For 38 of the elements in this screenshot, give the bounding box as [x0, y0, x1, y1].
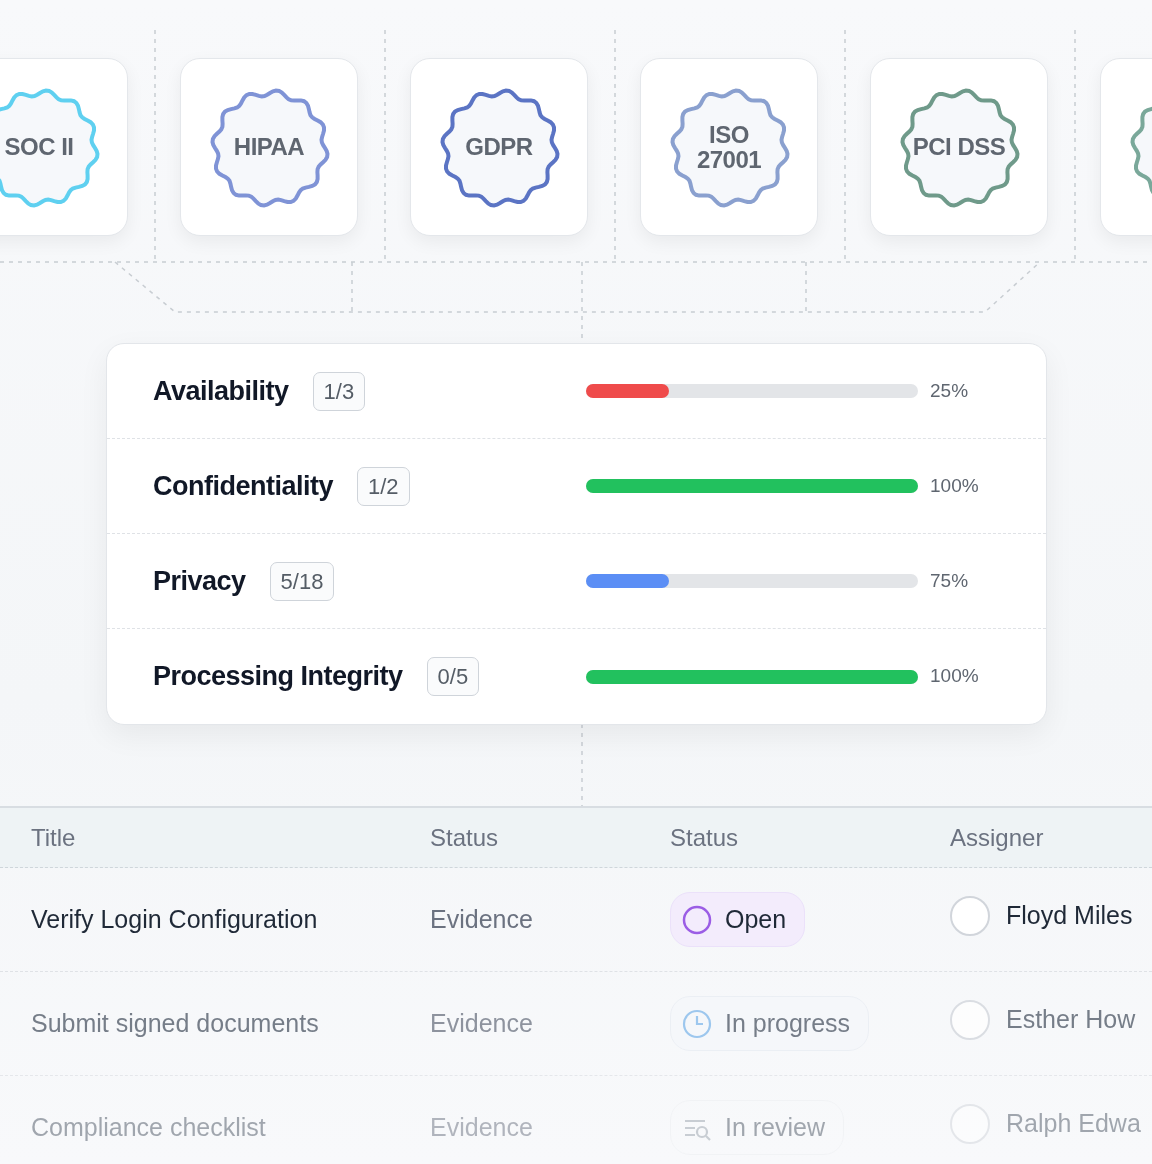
table-cell: Evidence: [430, 1008, 533, 1037]
column-header: Status: [430, 823, 499, 851]
certification-label: SOC II: [3, 134, 75, 160]
table-cell: Submit signed documents: [31, 1008, 319, 1037]
criterion-name: Processing Integrity: [153, 660, 403, 694]
status-pill: In review: [670, 1099, 845, 1156]
criterion-name: Availability: [153, 374, 289, 408]
avatar-circle: [950, 896, 990, 936]
count-badge: 5/18: [269, 561, 335, 601]
assigner-name: Floyd Miles: [1006, 900, 1133, 932]
table-cell: Evidence: [430, 904, 533, 933]
count-badge: 0/5: [426, 657, 480, 696]
percent-label: 100%: [930, 664, 980, 689]
table-cell: Evidence: [430, 1112, 533, 1141]
column-header: Title: [31, 823, 76, 851]
count-badge: 1/3: [312, 371, 366, 411]
certification-label: ISO 27001: [695, 121, 763, 173]
column-header: Assigner: [950, 823, 1044, 851]
assigner-name: Ralph Edwa: [1006, 1108, 1141, 1140]
criterion-name: Confidentiality: [153, 469, 333, 503]
table-cell: Compliance checklist: [31, 1112, 266, 1141]
avatar-circle: [950, 1104, 990, 1144]
certification-label: PCI DSS: [911, 134, 1007, 160]
assigner-name: Esther How: [1006, 1004, 1136, 1036]
percent-label: 100%: [930, 473, 980, 498]
clock-icon: [681, 1007, 713, 1040]
certification-label: HIPAA: [232, 134, 306, 160]
percent-label: 25%: [930, 378, 970, 403]
avatar-circle: [950, 1000, 990, 1040]
status-pill: Open: [670, 891, 806, 948]
certification-label: GDPR: [464, 134, 534, 160]
column-header: Status: [670, 823, 739, 851]
criterion-name: Privacy: [153, 564, 246, 598]
status-pill: In progress: [670, 995, 870, 1052]
circle-icon: [681, 903, 713, 936]
count-badge: 1/2: [357, 466, 410, 506]
table-cell: Verify Login Configuration: [31, 904, 318, 933]
percent-label: 75%: [930, 568, 970, 593]
